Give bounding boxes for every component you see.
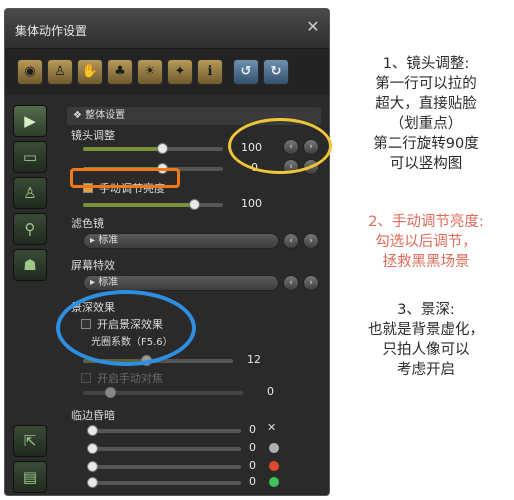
annotation-1-line: 第二行旋转90度 <box>373 136 479 152</box>
vignette-value-2: 0 <box>249 441 256 454</box>
camera-zoom-fill <box>83 147 161 151</box>
expand-icon[interactable]: ⇱ <box>13 425 47 457</box>
annotation-1-line: 1、镜头调整: <box>382 56 470 72</box>
brightness-value: 100 <box>241 197 262 210</box>
annotation-1-line: （划重点） <box>389 116 463 132</box>
character-icon[interactable]: ♙ <box>13 177 47 209</box>
annotation-3-line: 3、景深: <box>397 302 455 318</box>
green-dot-icon <box>269 477 279 487</box>
screen-effect-label: 屏幕特效 <box>71 259 115 272</box>
person-icon[interactable]: ♙ <box>47 59 73 85</box>
close-icon[interactable]: ✕ <box>303 17 323 37</box>
panel-title: 集体动作设置 <box>15 24 88 38</box>
tree-icon[interactable]: ♣ <box>107 59 133 85</box>
annotation-1-line: 可以竖构图 <box>389 156 463 172</box>
annotation-1: 1、镜头调整: 第一行可以拉的 超大，直接贴脸 （划重点） 第二行旋转90度 可… <box>336 54 514 174</box>
annotation-2-line: 2、手动调节亮度: <box>368 214 484 230</box>
annotation-3: 3、景深: 也就是背景虚化， 只拍人像可以 考虑开启 <box>336 300 514 380</box>
camera-highlight-ellipse <box>228 118 332 174</box>
motion-icon[interactable]: ✦ <box>167 59 193 85</box>
brightness-highlight-box <box>70 168 180 188</box>
vignette-value-4: 0 <box>249 475 256 488</box>
manual-focus-checkbox[interactable] <box>81 373 91 383</box>
manual-focus-value: 0 <box>267 385 274 398</box>
red-dot-icon <box>269 461 279 471</box>
annotation-1-line: 超大，直接贴脸 <box>375 96 477 112</box>
filter-dropdown[interactable]: ▸ 标准 <box>83 233 279 249</box>
annotation-1-line: 第一行可以拉的 <box>375 76 477 92</box>
annotation-2: 2、手动调节亮度: 勾选以后调节， 拯救黑黑场景 <box>336 212 514 272</box>
lighting-icon[interactable]: ☀ <box>137 59 163 85</box>
brightness-knob[interactable] <box>189 199 200 210</box>
vignette-knob-2[interactable] <box>87 443 98 454</box>
annotation-2-line: 勾选以后调节， <box>375 234 477 250</box>
hand-icon[interactable]: ✋ <box>77 59 103 85</box>
vignette-knob-1[interactable] <box>87 425 98 436</box>
redo-icon[interactable]: ↻ <box>263 59 289 85</box>
vignette-slider-2[interactable] <box>91 447 241 451</box>
vignette-slider-3[interactable] <box>91 465 241 469</box>
manual-focus-knob[interactable] <box>105 387 116 398</box>
book-icon[interactable]: ▤ <box>13 461 47 493</box>
dof-highlight-ellipse <box>56 290 196 366</box>
camera-zoom-knob[interactable] <box>157 143 168 154</box>
filter-label: 滤色镜 <box>71 217 104 230</box>
frame-icon[interactable]: ▭ <box>13 141 47 173</box>
annotation-2-line: 拯救黑黑场景 <box>382 254 470 270</box>
group-pose-settings-panel: 集体动作设置 ✕ ◉ ♙ ✋ ♣ ☀ ✦ ℹ ↺ ↻ ▶ ▭ ♙ ⚲ ☗ ⇱ ▤… <box>4 8 330 496</box>
aperture-value: 12 <box>247 353 261 366</box>
vignette-slider-4[interactable] <box>91 481 241 485</box>
cross-icon: ✕ <box>267 421 277 434</box>
vignette-knob-3[interactable] <box>87 461 98 472</box>
vignette-slider-1[interactable] <box>91 429 241 433</box>
gray-dot-icon <box>269 443 279 453</box>
vignette-value-1: 0 <box>249 423 256 436</box>
screen-effect-dropdown[interactable]: ▸ 标准 <box>83 275 279 291</box>
annotation-3-line: 考虑开启 <box>397 362 455 378</box>
annotation-3-line: 只拍人像可以 <box>382 342 470 358</box>
screen-effect-prev-button[interactable]: ‹ <box>283 275 299 291</box>
group-icon[interactable]: ☗ <box>13 249 47 281</box>
manual-focus-label: 开启手动对焦 <box>97 372 163 385</box>
sidebar: ▶ ▭ ♙ ⚲ ☗ ⇱ ▤ <box>13 105 47 493</box>
vignette-label: 临边昏暗 <box>71 409 115 422</box>
title-bar: 集体动作设置 ✕ <box>5 9 329 49</box>
vignette-value-3: 0 <box>249 459 256 472</box>
filter-next-button[interactable]: › <box>303 233 319 249</box>
running-icon[interactable]: ⚲ <box>13 213 47 245</box>
toolbar: ◉ ♙ ✋ ♣ ☀ ✦ ℹ ↺ ↻ <box>5 49 329 95</box>
camera-settings-icon[interactable]: ▶ <box>13 105 47 137</box>
brightness-fill <box>83 203 193 207</box>
annotation-3-line: 也就是背景虚化， <box>368 322 484 338</box>
info-icon[interactable]: ℹ <box>197 59 223 85</box>
screen-effect-next-button[interactable]: › <box>303 275 319 291</box>
eye-icon[interactable]: ◉ <box>17 59 43 85</box>
camera-adjust-label: 镜头调整 <box>71 129 115 142</box>
undo-icon[interactable]: ↺ <box>233 59 259 85</box>
vignette-knob-4[interactable] <box>87 477 98 488</box>
filter-prev-button[interactable]: ‹ <box>283 233 299 249</box>
